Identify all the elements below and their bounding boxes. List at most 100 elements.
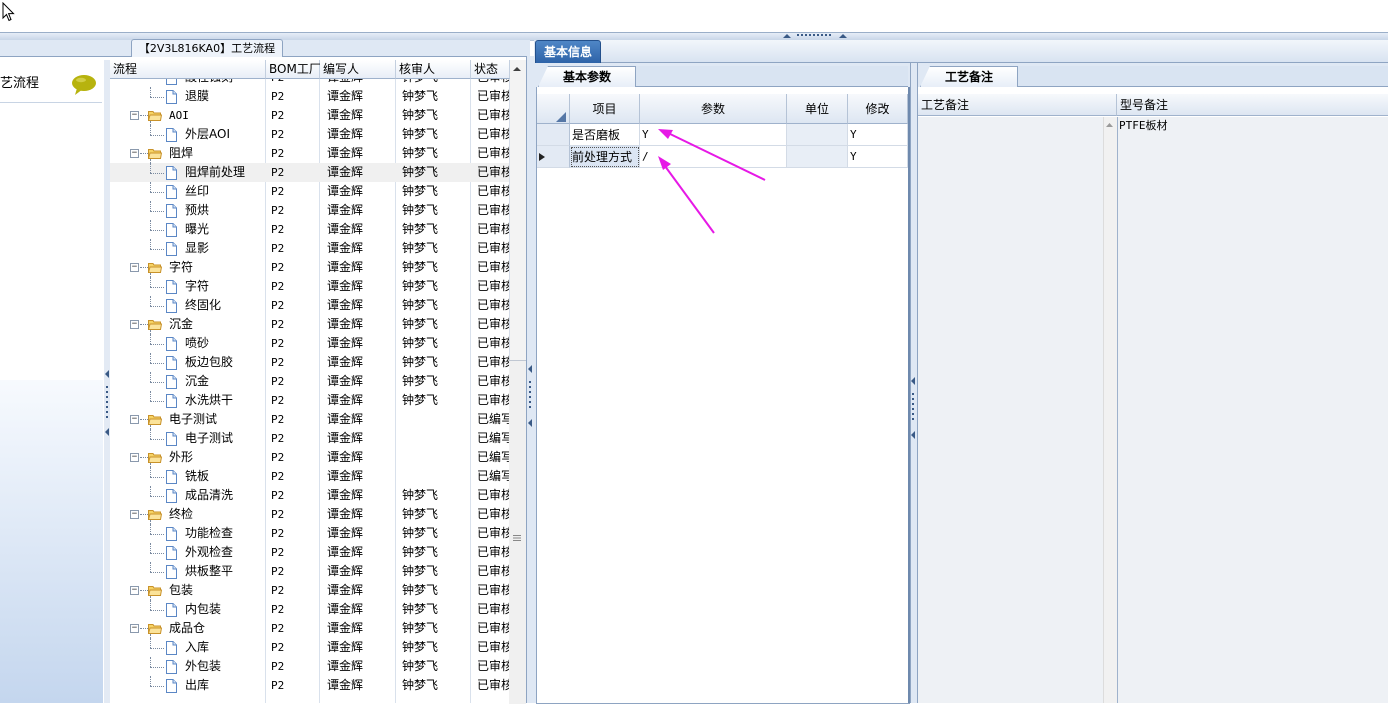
tree-step-row[interactable]: 显影 P2 谭金辉 钟梦飞 已审核 [110, 239, 510, 258]
tab-basic-params[interactable]: 基本参数 [538, 66, 636, 87]
model-note-header: 型号备注 [1117, 94, 1388, 116]
tree-column-header[interactable]: 状态 [471, 60, 510, 79]
collapse-toggle-icon[interactable]: − [130, 624, 139, 633]
author-name: 谭金辉 [327, 526, 364, 540]
sidebar-title[interactable]: 工艺流程 [0, 75, 39, 93]
tree-connector [150, 657, 151, 667]
tree-connector [150, 562, 151, 572]
collapse-toggle-icon[interactable]: − [130, 510, 139, 519]
tree-step-row[interactable]: 沉金 P2 谭金辉 钟梦飞 已审核 [110, 372, 510, 391]
tree-connector [150, 182, 151, 192]
tree-step-row[interactable]: 烘板整平 P2 谭金辉 钟梦飞 已审核 [110, 562, 510, 581]
collapse-toggle-icon[interactable]: − [130, 415, 139, 424]
tree-step-row[interactable]: 曝光 P2 谭金辉 钟梦飞 已审核 [110, 220, 510, 239]
author-name: 谭金辉 [327, 89, 364, 103]
tree-folder-row[interactable]: − 包装 P2 谭金辉 钟梦飞 已审核 [110, 581, 510, 600]
tree-step-row[interactable]: 板边包胶 P2 谭金辉 钟梦飞 已审核 [110, 353, 510, 372]
collapse-toggle-icon[interactable]: − [130, 149, 139, 158]
collapse-toggle-icon[interactable]: − [130, 453, 139, 462]
tab-process-flow[interactable]: 【2V3L816KA0】工艺流程 [131, 39, 283, 57]
status-text: 已编写 [477, 450, 510, 464]
tree-folder-row[interactable]: − 沉金 P2 谭金辉 钟梦飞 已审核 [110, 315, 510, 334]
model-note-textarea[interactable] [1117, 117, 1388, 703]
tree-column-header[interactable]: 流程 [110, 60, 266, 79]
tree-step-row[interactable]: 成品清洗 P2 谭金辉 钟梦飞 已审核 [110, 486, 510, 505]
process-note-textarea[interactable] [918, 117, 1103, 703]
select-all-icon[interactable] [556, 112, 566, 122]
process-note-scrollbar[interactable] [1103, 117, 1117, 703]
comment-bubble-icon[interactable] [70, 74, 98, 96]
status-text: 已审核 [477, 640, 510, 654]
tree-step-row[interactable]: 终固化 P2 谭金辉 钟梦飞 已审核 [110, 296, 510, 315]
tree-step-row[interactable]: 内包装 P2 谭金辉 钟梦飞 已审核 [110, 600, 510, 619]
tree-connector [150, 477, 164, 478]
tree-connector [150, 543, 151, 553]
splitter-grip-icon [797, 34, 831, 36]
params-column-header[interactable]: 项目 [570, 94, 640, 124]
tree-step-row[interactable]: 电子测试 P2 谭金辉 已编写 [110, 429, 510, 448]
tree-connector [150, 334, 151, 344]
tree-column-header[interactable]: BOM工厂 [266, 60, 321, 79]
tree-step-row[interactable]: 阻焊前处理 P2 谭金辉 钟梦飞 已审核 [110, 163, 510, 182]
collapse-toggle-icon[interactable]: − [130, 320, 139, 329]
tree-connector [150, 230, 164, 231]
tab-basic-info[interactable]: 基本信息 [535, 40, 601, 64]
tree-step-row[interactable]: 水洗烘干 P2 谭金辉 钟梦飞 已审核 [110, 391, 510, 410]
tree-step-row[interactable]: 丝印 P2 谭金辉 钟梦飞 已审核 [110, 182, 510, 201]
tree-folder-row[interactable]: − 字符 P2 谭金辉 钟梦飞 已审核 [110, 258, 510, 277]
params-modified-cell[interactable]: Y [848, 124, 908, 146]
tree-step-row[interactable]: 功能检查 P2 谭金辉 钟梦飞 已审核 [110, 524, 510, 543]
tree-connector [150, 534, 164, 535]
tree-step-row[interactable]: 出库 P2 谭金辉 钟梦飞 已审核 [110, 676, 510, 695]
tree-step-row[interactable]: 退膜 P2 谭金辉 钟梦飞 已审核 [110, 87, 510, 106]
tree-step-row[interactable]: 外观检查 P2 谭金辉 钟梦飞 已审核 [110, 543, 510, 562]
tree-connector [150, 429, 151, 439]
step-name: 电子测试 [185, 431, 234, 445]
params-column-header[interactable]: 单位 [787, 94, 848, 124]
scroll-up-icon[interactable] [510, 63, 524, 75]
params-column-header[interactable]: 修改 [848, 94, 908, 124]
step-name: 显影 [185, 241, 210, 255]
tab-process-remarks[interactable]: 工艺备注 [920, 66, 1018, 87]
bom-factory: P2 [271, 622, 285, 635]
tree-step-row[interactable]: 外层AOI P2 谭金辉 钟梦飞 已审核 [110, 125, 510, 144]
author-name: 谭金辉 [327, 469, 364, 483]
status-text: 已审核 [477, 222, 510, 236]
document-icon [166, 337, 177, 351]
author-name: 谭金辉 [327, 108, 364, 122]
tree-step-row[interactable]: 字符 P2 谭金辉 钟梦飞 已审核 [110, 277, 510, 296]
tree-column-header[interactable]: 核审人 [396, 60, 471, 79]
tree-folder-row[interactable]: − 外形 P2 谭金辉 已编写 [110, 448, 510, 467]
collapse-toggle-icon[interactable]: − [130, 263, 139, 272]
params-item-cell[interactable]: 前处理方式 [570, 146, 640, 168]
tree-connector [150, 287, 164, 288]
tree-folder-row[interactable]: − 电子测试 P2 谭金辉 已编写 [110, 410, 510, 429]
document-icon [166, 128, 177, 142]
collapse-up-icon[interactable] [838, 33, 848, 38]
tree-step-row[interactable]: 入库 P2 谭金辉 钟梦飞 已审核 [110, 638, 510, 657]
tree-folder-row[interactable]: − 终检 P2 谭金辉 钟梦飞 已审核 [110, 505, 510, 524]
reviewer-name: 钟梦飞 [402, 355, 439, 369]
reviewer-name: 钟梦飞 [402, 545, 439, 559]
tree-step-row[interactable]: 喷砂 P2 谭金辉 钟梦飞 已审核 [110, 334, 510, 353]
scroll-up-icon[interactable] [1105, 122, 1114, 128]
collapse-toggle-icon[interactable]: − [130, 586, 139, 595]
tree-folder-row[interactable]: − 成品仓 P2 谭金辉 钟梦飞 已审核 [110, 619, 510, 638]
tree-step-row[interactable]: 外包装 P2 谭金辉 钟梦飞 已审核 [110, 657, 510, 676]
author-name: 谭金辉 [327, 298, 364, 312]
tree-step-row[interactable]: 预烘 P2 谭金辉 钟梦飞 已审核 [110, 201, 510, 220]
tree-step-row[interactable]: 铣板 P2 谭金辉 已编写 [110, 467, 510, 486]
tree-column-header[interactable]: 编写人 [320, 60, 396, 79]
step-name: 丝印 [185, 184, 210, 198]
params-unit-cell[interactable] [787, 146, 848, 168]
params-item-cell[interactable]: 是否磨板 [570, 124, 640, 146]
params-modified-cell[interactable]: Y [848, 146, 908, 168]
params-row-header[interactable] [537, 124, 570, 146]
tree-folder-row[interactable]: − AOI P2 谭金辉 钟梦飞 已审核 [110, 106, 510, 125]
collapse-up-icon[interactable] [782, 33, 792, 38]
tree-folder-row[interactable]: − 阻焊 P2 谭金辉 钟梦飞 已审核 [110, 144, 510, 163]
collapse-toggle-icon[interactable]: − [130, 111, 139, 120]
folder-open-icon [148, 586, 162, 596]
scrollbar-thumb[interactable] [509, 360, 526, 704]
params-unit-cell[interactable] [787, 124, 848, 146]
